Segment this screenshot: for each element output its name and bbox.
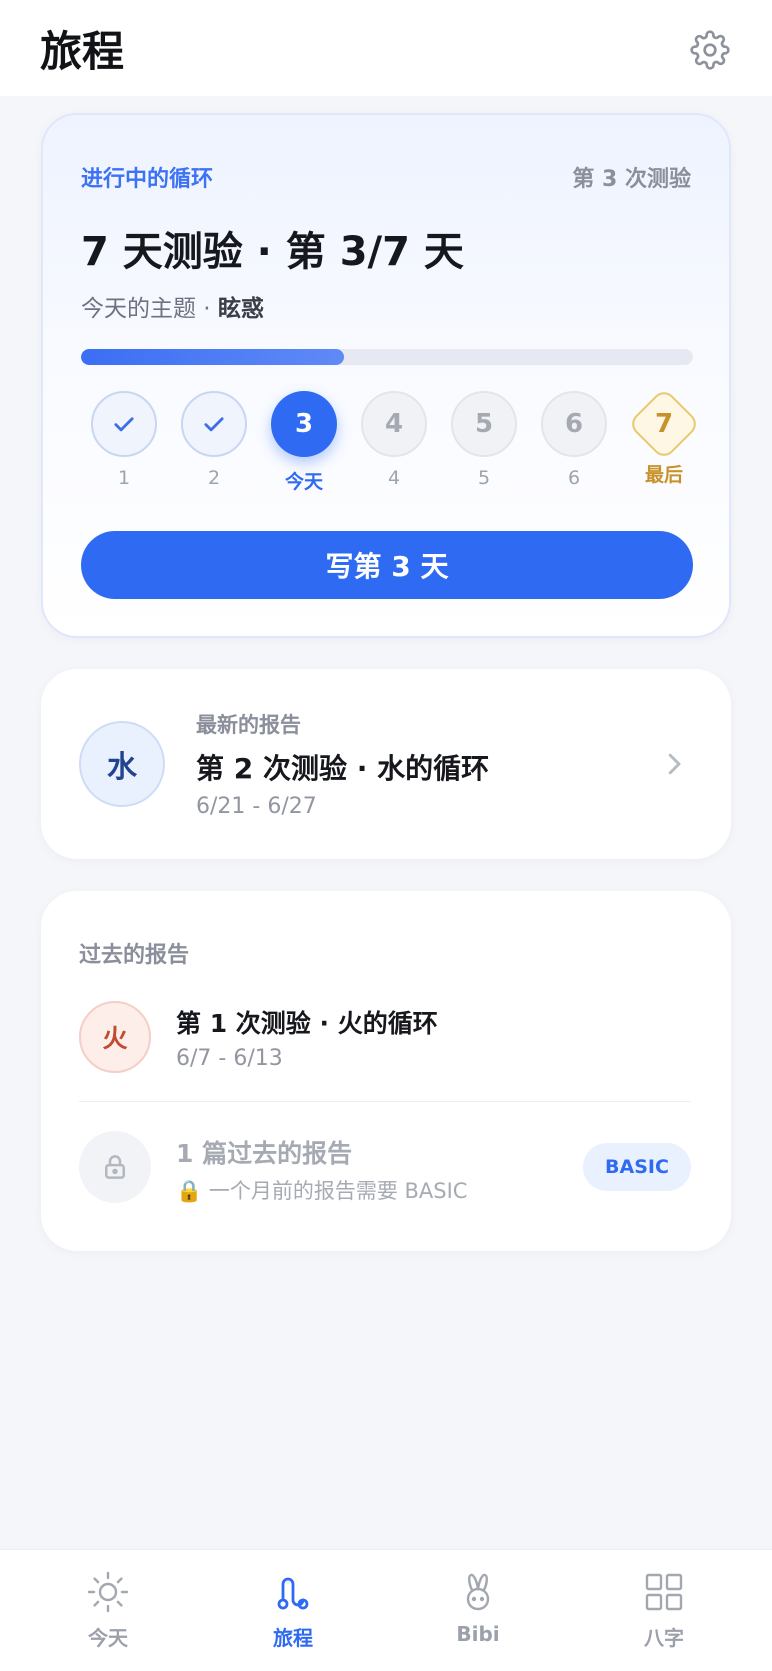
day-5-label: 5	[477, 467, 491, 489]
water-element-badge: 水	[79, 721, 165, 807]
divider	[79, 1101, 691, 1102]
day-2-circle	[181, 391, 247, 457]
past-reports-card: 过去的报告 火 第 1 次测验 · 火的循环 6/7 - 6/13 1 篇过去的…	[41, 891, 731, 1251]
day-3-circle: 3	[271, 391, 337, 457]
past-report-dates: 6/7 - 6/13	[176, 1046, 283, 1071]
day-step-5[interactable]: 5 5	[439, 391, 529, 489]
tab-bazi[interactable]: 八字	[604, 1568, 724, 1651]
write-day-button[interactable]: 写第 3 天	[81, 531, 693, 599]
day-7-diamond: 7	[627, 387, 701, 461]
day-1-label: 1	[117, 467, 131, 489]
day-stepper: 1 2 3 今天 4 4 5 5 6 6 7 最后	[43, 387, 733, 501]
day-step-6[interactable]: 6 6	[529, 391, 619, 489]
day-step-7[interactable]: 7 最后	[619, 387, 709, 487]
tab-journey-label: 旅程	[273, 1626, 313, 1650]
tab-bazi-label: 八字	[644, 1626, 684, 1650]
past-report-title: 第 1 次测验 · 火的循环	[176, 1009, 438, 1038]
day-7-number: 7	[654, 409, 674, 439]
day-step-4[interactable]: 4 4	[349, 391, 439, 489]
journey-icon	[277, 1577, 309, 1610]
cycle-title: 7 天测验 · 第 3/7 天	[81, 229, 464, 275]
bottom-tab-bar: 今天 旅程 Bibi 八字	[0, 1549, 772, 1671]
theme-prefix: 今天的主题 ·	[81, 296, 218, 322]
active-cycle-card: 进行中的循环 第 3 次测验 7 天测验 · 第 3/7 天 今天的主题 · 眩…	[41, 113, 731, 638]
lock-icon	[105, 1155, 125, 1179]
today-theme: 今天的主题 · 眩惑	[81, 289, 264, 323]
day-5-circle: 5	[451, 391, 517, 457]
sun-icon	[87, 1571, 129, 1613]
day-4-label: 4	[387, 467, 401, 489]
fire-element-badge: 火	[79, 1001, 151, 1073]
rabbit-icon	[466, 1573, 490, 1611]
tab-bibi[interactable]: Bibi	[418, 1568, 538, 1646]
day-6-circle: 6	[541, 391, 607, 457]
settings-button[interactable]	[688, 28, 732, 72]
checkmark-icon	[114, 417, 134, 432]
theme-value: 眩惑	[217, 296, 264, 322]
locked-reports-title: 1 篇过去的报告	[176, 1139, 353, 1168]
day-1-circle	[91, 391, 157, 457]
lock-badge	[79, 1131, 151, 1203]
tab-today-label: 今天	[88, 1626, 128, 1650]
latest-report-dates: 6/21 - 6/27	[196, 794, 317, 819]
cycle-status-label: 进行中的循环	[81, 167, 214, 192]
gear-icon	[690, 30, 730, 70]
test-count-label: 第 3 次测验	[572, 167, 691, 192]
day-4-circle: 4	[361, 391, 427, 457]
basic-upgrade-badge[interactable]: BASIC	[583, 1143, 691, 1191]
tab-journey[interactable]: 旅程	[233, 1568, 353, 1651]
day-step-1[interactable]: 1	[79, 391, 169, 489]
day-2-label: 2	[207, 467, 221, 489]
day-3-label: 今天	[284, 471, 323, 493]
tab-today[interactable]: 今天	[48, 1568, 168, 1651]
latest-report-title: 第 2 次测验 · 水的循环	[196, 752, 490, 785]
day-6-label: 6	[567, 467, 581, 489]
day-step-2[interactable]: 2	[169, 391, 259, 489]
grid-icon	[645, 1573, 683, 1611]
past-reports-heading: 过去的报告	[79, 943, 190, 968]
tab-bibi-label: Bibi	[456, 1622, 500, 1646]
latest-report-label: 最新的报告	[196, 713, 301, 737]
cycle-progress-fill	[81, 349, 345, 365]
page-title: 旅程	[40, 27, 125, 76]
checkmark-icon	[204, 417, 224, 432]
latest-report-card[interactable]: 水 最新的报告 第 2 次测验 · 水的循环 6/21 - 6/27	[41, 669, 731, 859]
day-7-label: 最后	[644, 464, 683, 486]
chevron-right-icon	[668, 753, 681, 775]
cycle-progress-bar	[81, 349, 693, 365]
day-step-3[interactable]: 3 今天	[259, 391, 349, 494]
app-header: 旅程	[0, 0, 772, 96]
locked-reports-note: 🔒 一个月前的报告需要 BASIC	[176, 1179, 468, 1203]
